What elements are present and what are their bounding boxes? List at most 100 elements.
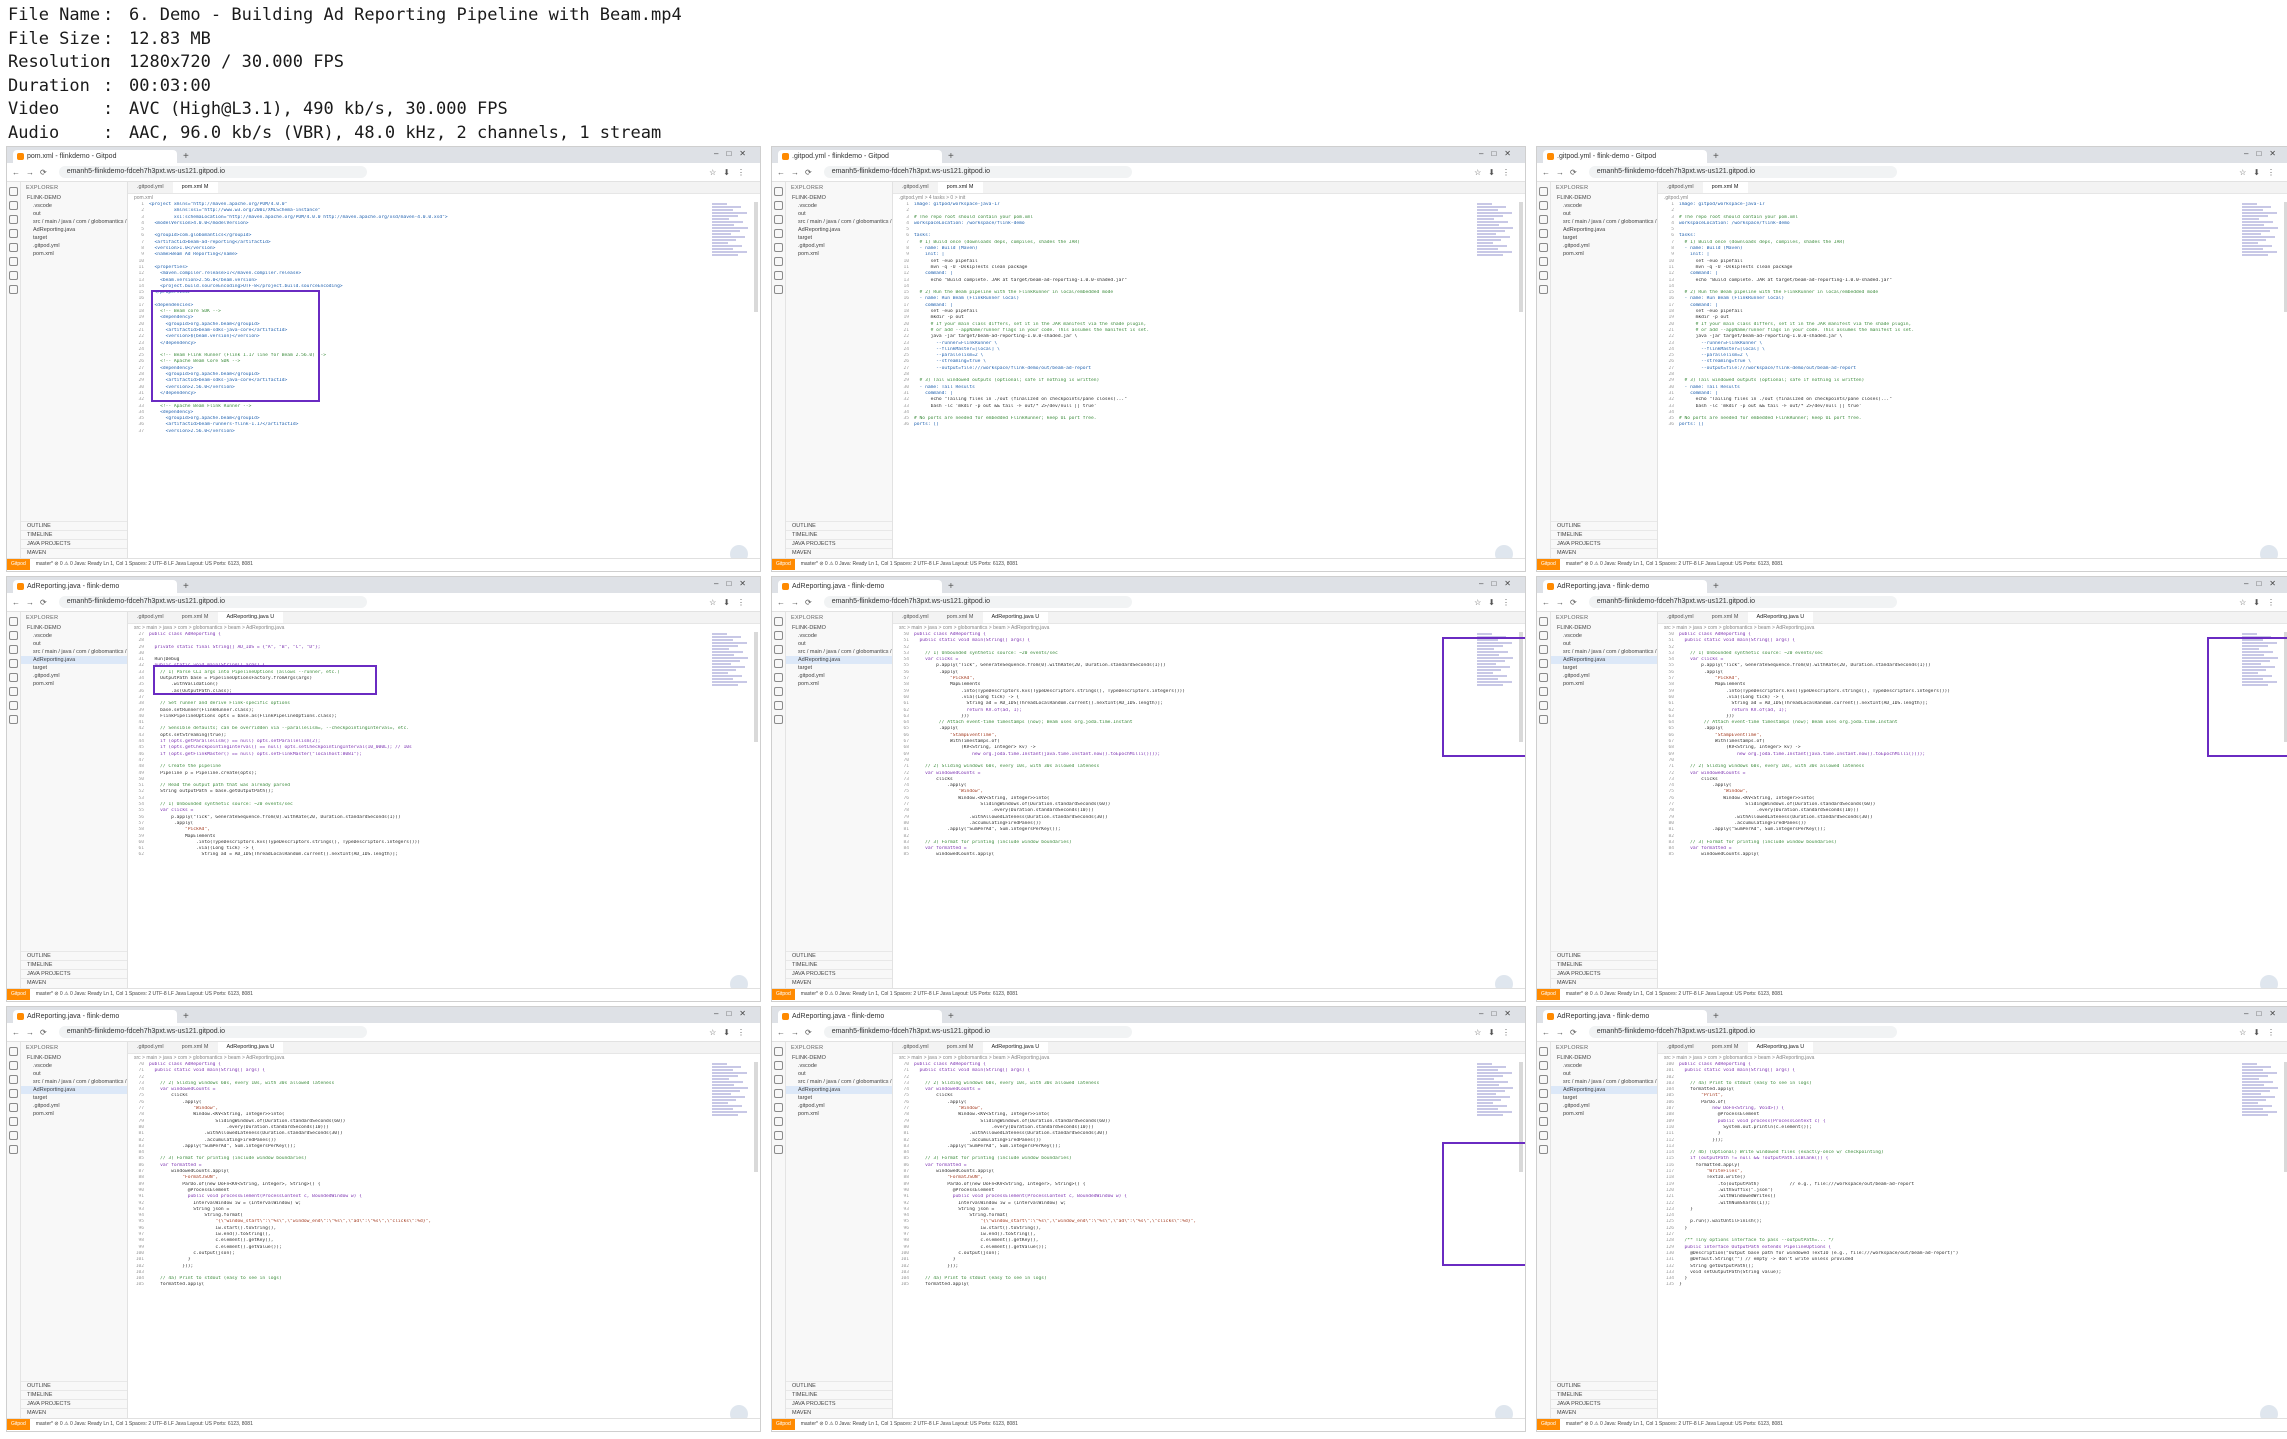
explorer-section[interactable]: TIMELINE (786, 530, 892, 539)
explorer-item[interactable]: pom.xml (786, 250, 892, 258)
browser-tab[interactable]: AdReporting.java - flink-demo (1543, 580, 1707, 593)
activity-icon[interactable] (9, 1145, 18, 1154)
explorer-project[interactable]: FLINK-DEMO (786, 624, 892, 632)
explorer-section[interactable]: TIMELINE (21, 1390, 127, 1399)
explorer-section[interactable]: JAVA PROJECTS (1551, 539, 1657, 548)
explorer-item[interactable]: pom.xml (1551, 680, 1657, 688)
new-tab-icon[interactable]: + (1713, 580, 1719, 593)
activity-icon[interactable] (774, 645, 783, 654)
editor-tab[interactable]: AdReporting.java U (982, 1042, 1049, 1053)
explorer-section[interactable]: TIMELINE (1551, 960, 1657, 969)
activity-icon[interactable] (774, 1117, 783, 1126)
activity-icon[interactable] (1539, 1047, 1548, 1056)
browser-toolbar-icons[interactable]: ☆⬇⋮ (709, 598, 752, 607)
explorer-item[interactable]: AdReporting.java (786, 656, 892, 664)
activity-icon[interactable] (1539, 1061, 1548, 1070)
explorer-item[interactable]: .vscode (21, 202, 127, 210)
explorer-project[interactable]: FLINK-DEMO (1551, 194, 1657, 202)
explorer-item[interactable]: pom.xml (786, 1110, 892, 1118)
activity-icon[interactable] (774, 715, 783, 724)
activity-icon[interactable] (9, 1117, 18, 1126)
activity-icon[interactable] (9, 1089, 18, 1098)
activity-icon[interactable] (1539, 1145, 1548, 1154)
explorer-project[interactable]: FLINK-DEMO (786, 194, 892, 202)
window-controls-icon[interactable]: –□✕ (2244, 579, 2284, 588)
explorer-project[interactable]: FLINK-DEMO (1551, 1054, 1657, 1062)
minimap[interactable] (1477, 202, 1515, 262)
activity-icon[interactable] (1539, 659, 1548, 668)
explorer-item[interactable]: .gitpod.yml (21, 1102, 127, 1110)
editor-tab[interactable]: AdReporting.java U (1747, 1042, 1814, 1053)
new-tab-icon[interactable]: + (948, 580, 954, 593)
explorer-item[interactable]: AdReporting.java (786, 1086, 892, 1094)
navigation-icons[interactable]: ←→⟳ (772, 1028, 818, 1037)
minimap[interactable] (712, 632, 750, 692)
activity-icon[interactable] (774, 1061, 783, 1070)
browser-tab[interactable]: AdReporting.java - flink-demo (13, 1010, 177, 1023)
explorer-project[interactable]: FLINK-DEMO (21, 194, 127, 202)
explorer-item[interactable]: out (21, 1070, 127, 1078)
activity-icon[interactable] (1539, 285, 1548, 294)
explorer-section[interactable]: MAVEN (1551, 548, 1657, 557)
explorer-section[interactable]: JAVA PROJECTS (786, 1399, 892, 1408)
minimap[interactable] (1477, 1062, 1515, 1122)
editor-tab[interactable]: AdReporting.java U (982, 612, 1049, 623)
explorer-item[interactable]: pom.xml (21, 250, 127, 258)
activity-icon[interactable] (774, 1131, 783, 1140)
explorer-item[interactable]: pom.xml (1551, 250, 1657, 258)
activity-icon[interactable] (774, 215, 783, 224)
browser-toolbar-icons[interactable]: ☆⬇⋮ (2239, 168, 2282, 177)
url-field[interactable]: emanh5-flinkdemo-fdceh7h3pxt.ws-us121.gi… (58, 1026, 367, 1038)
editor-tab[interactable]: pom.xml M (173, 612, 218, 623)
new-tab-icon[interactable]: + (1713, 150, 1719, 163)
gitpod-badge[interactable]: Gitpod (1537, 559, 1560, 570)
editor-tab[interactable]: .gitpod.yml (893, 182, 938, 193)
explorer-section[interactable]: MAVEN (786, 548, 892, 557)
explorer-section[interactable]: JAVA PROJECTS (21, 969, 127, 978)
activity-icon[interactable] (774, 1103, 783, 1112)
explorer-section[interactable]: OUTLINE (786, 1381, 892, 1390)
window-controls-icon[interactable]: –□✕ (714, 1009, 754, 1018)
activity-icon[interactable] (1539, 257, 1548, 266)
explorer-item[interactable]: target (1551, 1094, 1657, 1102)
explorer-item[interactable]: .vscode (1551, 632, 1657, 640)
explorer-item[interactable]: src / main / java / com / globomantics /… (21, 218, 127, 226)
url-field[interactable]: emanh5-flinkdemo-fdceh7h3pxt.ws-us121.gi… (1588, 596, 1897, 608)
explorer-section[interactable]: OUTLINE (786, 951, 892, 960)
explorer-item[interactable]: target (1551, 234, 1657, 242)
explorer-item[interactable]: out (1551, 210, 1657, 218)
explorer-item[interactable]: out (786, 1070, 892, 1078)
scrollbar[interactable] (754, 1062, 758, 1172)
explorer-item[interactable]: src / main / java / com / globomantics /… (21, 648, 127, 656)
code-area[interactable]: 70 public class AdReporting {71 public st… (128, 1062, 760, 1289)
browser-tab[interactable]: .gitpod.yml - flink-demo - Gitpod (1543, 150, 1707, 163)
explorer-item[interactable]: target (786, 234, 892, 242)
explorer-item[interactable]: src / main / java / com / globomantics /… (21, 1078, 127, 1086)
gitpod-badge[interactable]: Gitpod (7, 559, 30, 570)
gitpod-badge[interactable]: Gitpod (772, 989, 795, 1000)
activity-icon[interactable] (9, 285, 18, 294)
gitpod-badge[interactable]: Gitpod (7, 989, 30, 1000)
navigation-icons[interactable]: ←→⟳ (1537, 1028, 1583, 1037)
explorer-item[interactable]: out (21, 640, 127, 648)
activity-icon[interactable] (774, 229, 783, 238)
activity-icon[interactable] (1539, 187, 1548, 196)
explorer-item[interactable]: AdReporting.java (786, 226, 892, 234)
browser-tab[interactable]: pom.xml - flinkdemo - Gitpod (13, 150, 177, 163)
editor-tab[interactable]: pom.xml M (173, 1042, 218, 1053)
activity-icon[interactable] (774, 243, 783, 252)
explorer-item[interactable]: .vscode (21, 1062, 127, 1070)
code-area[interactable]: 100 public class AdReporting {101 public … (1658, 1062, 2287, 1289)
activity-icon[interactable] (9, 673, 18, 682)
activity-icon[interactable] (774, 617, 783, 626)
activity-icon[interactable] (774, 257, 783, 266)
editor-tab[interactable]: AdReporting.java U (1747, 612, 1814, 623)
explorer-section[interactable]: MAVEN (786, 978, 892, 987)
editor-tab[interactable]: AdReporting.java U (217, 1042, 284, 1053)
activity-icon[interactable] (774, 701, 783, 710)
activity-icon[interactable] (1539, 631, 1548, 640)
activity-icon[interactable] (1539, 1075, 1548, 1084)
explorer-section[interactable]: TIMELINE (1551, 530, 1657, 539)
new-tab-icon[interactable]: + (183, 1010, 189, 1023)
code-area[interactable]: 50 public class AdReporting {51 public st… (893, 632, 1525, 859)
